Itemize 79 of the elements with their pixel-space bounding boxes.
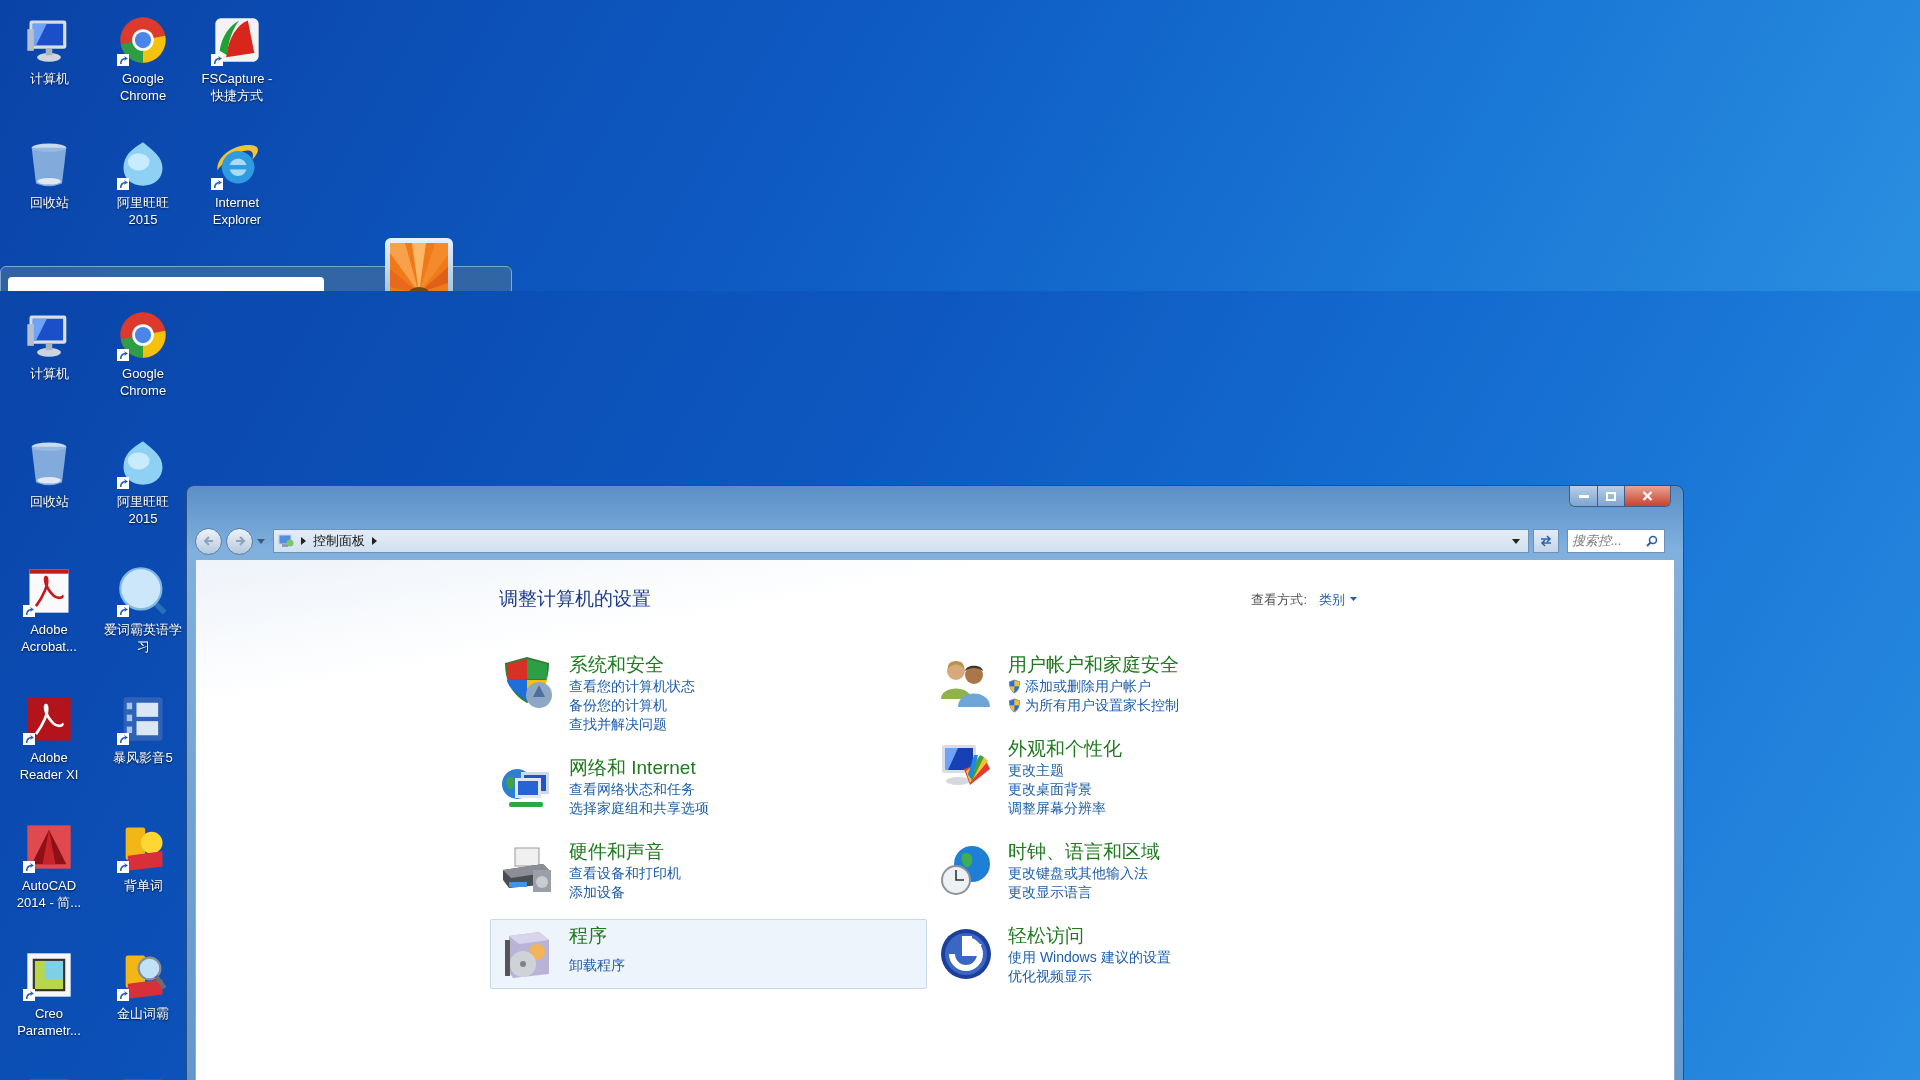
- category-item[interactable]: 网络和 Internet 查看网络状态和任务 选择家庭组和共享选项: [490, 750, 927, 825]
- icon-label: Google Chrome: [119, 70, 167, 104]
- category-link[interactable]: 查找并解决问题: [569, 714, 667, 734]
- category-item[interactable]: 时钟、语言和区域 更改键盘或其他输入法 更改显示语言: [929, 834, 1349, 909]
- view-by-dropdown[interactable]: 类别: [1319, 589, 1357, 609]
- icon-label: Internet Explorer: [212, 194, 262, 228]
- category-link[interactable]: 更改桌面背景: [1008, 779, 1092, 799]
- category-link[interactable]: 选择家庭组和共享选项: [569, 798, 709, 818]
- category-link[interactable]: 使用 Windows 建议的设置: [1008, 947, 1171, 967]
- page-heading: 调整计算机的设置: [499, 587, 651, 611]
- category-title[interactable]: 系统和安全: [569, 652, 664, 677]
- icon-label: 背单词: [123, 877, 163, 894]
- category-item[interactable]: 程序 卸载程序: [490, 918, 927, 989]
- category-link[interactable]: 添加或删除用户帐户: [1025, 676, 1151, 696]
- category-link[interactable]: 更改显示语言: [1008, 882, 1092, 902]
- icon-label: 暴风影音5: [113, 749, 173, 766]
- close-button[interactable]: [1624, 486, 1670, 506]
- icon-label: AutoCAD 2014 - 简...: [16, 877, 82, 911]
- category-link[interactable]: 更改键盘或其他输入法: [1008, 863, 1148, 883]
- icon-label: 阿里旺旺 2015: [117, 194, 169, 228]
- address-bar[interactable]: 控制面板: [273, 529, 1529, 553]
- category-link[interactable]: 优化视频显示: [1008, 966, 1092, 986]
- close-icon: [1642, 491, 1653, 501]
- category-link[interactable]: 添加设备: [569, 882, 625, 902]
- category-title[interactable]: 外观和个性化: [1008, 736, 1122, 761]
- forward-arrow-icon: [233, 535, 246, 547]
- icon-label: 回收站: [29, 493, 69, 510]
- caret-icon: [1350, 597, 1357, 602]
- category-link[interactable]: 备份您的计算机: [569, 695, 667, 715]
- icon-label: Creo Parametr...: [17, 1005, 81, 1039]
- category-item[interactable]: 系统和安全 查看您的计算机状态 备份您的计算机 查找并解决问题: [490, 647, 927, 741]
- category-title[interactable]: 时钟、语言和区域: [1008, 839, 1160, 864]
- back-arrow-icon: [202, 535, 215, 547]
- category-item[interactable]: 轻松访问 使用 Windows 建议的设置 优化视频显示: [929, 918, 1349, 993]
- category-link[interactable]: 查看您的计算机状态: [569, 676, 695, 696]
- tricolor-ring-icon[interactable]: [117, 309, 169, 361]
- maximize-icon: [1606, 491, 1616, 501]
- forward-button[interactable]: [226, 527, 253, 555]
- icon-label: Google Chrome: [119, 365, 167, 399]
- icon-label: Adobe Reader XI: [19, 749, 79, 783]
- search-input[interactable]: 搜索控...: [1572, 531, 1642, 551]
- icon-label: FSCapture - 快捷方式: [201, 70, 273, 104]
- refresh-button[interactable]: [1533, 529, 1559, 553]
- refresh-icon: [1539, 535, 1553, 547]
- category-link[interactable]: 更改主题: [1008, 760, 1064, 780]
- chevron-right-icon[interactable]: [301, 537, 306, 545]
- view-by-label: 查看方式:: [1251, 590, 1307, 609]
- history-caret-icon[interactable]: [257, 538, 265, 544]
- icon-label: 爱词霸英语学 习: [104, 621, 182, 655]
- icon-label: 计算机: [29, 70, 69, 87]
- category-item[interactable]: 硬件和声音 查看设备和打印机 添加设备: [490, 834, 927, 909]
- icon-label: 计算机: [29, 365, 69, 382]
- category-link[interactable]: 查看网络状态和任务: [569, 779, 695, 799]
- icon-label: 回收站: [29, 194, 69, 211]
- magnifier-icon[interactable]: [117, 565, 169, 617]
- tricolor-ring-icon[interactable]: [117, 14, 169, 66]
- category-link[interactable]: 调整屏幕分辨率: [1008, 798, 1106, 818]
- icon-label: 阿里旺旺 2015: [117, 493, 169, 527]
- category-link[interactable]: 卸载程序: [569, 955, 625, 975]
- category-item[interactable]: 用户帐户和家庭安全 添加或删除用户帐户 为所有用户设置家长控制: [929, 647, 1349, 722]
- category-link[interactable]: 查看设备和打印机: [569, 863, 681, 883]
- category-title[interactable]: 用户帐户和家庭安全: [1008, 652, 1179, 677]
- category-title[interactable]: 硬件和声音: [569, 839, 664, 864]
- control-panel-icon: [278, 534, 294, 548]
- search-icon: [1646, 535, 1658, 547]
- back-button[interactable]: [195, 527, 222, 555]
- category-item[interactable]: 外观和个性化 更改主题 更改桌面背景 调整屏幕分辨率: [929, 731, 1349, 825]
- minimize-icon: [1578, 494, 1589, 498]
- icon-label: 金山词霸: [117, 1005, 169, 1022]
- category-title[interactable]: 程序: [569, 923, 607, 948]
- breadcrumb[interactable]: 控制面板: [313, 531, 365, 551]
- category-title[interactable]: 网络和 Internet: [569, 755, 696, 780]
- dropdown-caret-icon[interactable]: [1512, 538, 1520, 544]
- chevron-right-icon[interactable]: [372, 537, 377, 545]
- category-title[interactable]: 轻松访问: [1008, 923, 1084, 948]
- maximize-button[interactable]: [1597, 486, 1624, 506]
- search-field[interactable]: 搜索控...: [1567, 529, 1665, 553]
- category-link[interactable]: 为所有用户设置家长控制: [1025, 695, 1179, 715]
- icon-label: Adobe Acrobat...: [21, 621, 77, 655]
